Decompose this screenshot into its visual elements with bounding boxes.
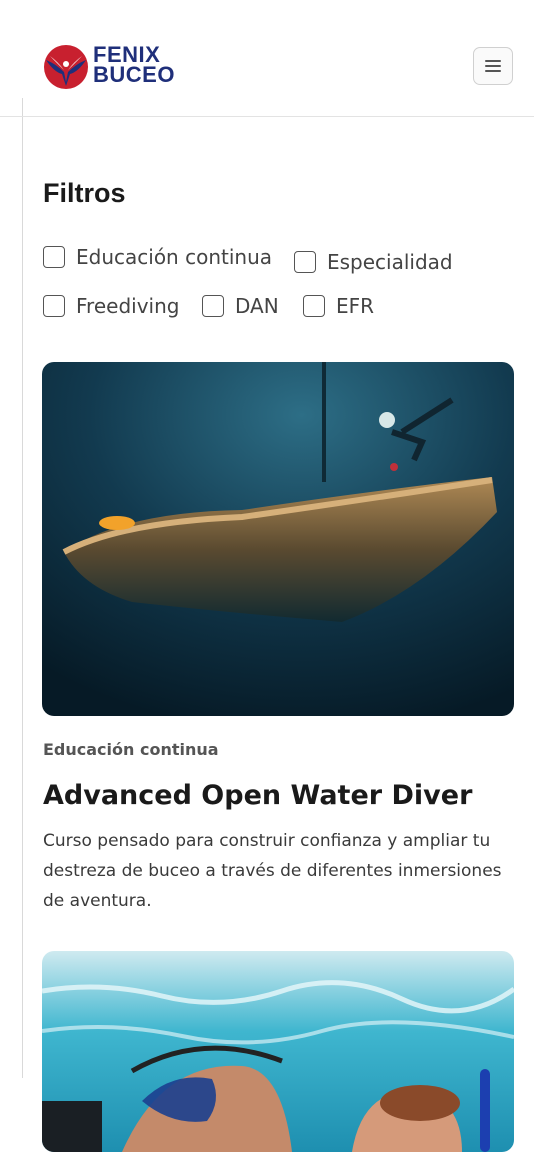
filter-checkbox[interactable] [294,251,316,273]
filter-freediving[interactable]: Freediving [43,294,179,318]
filter-especialidad[interactable]: Especialidad [294,250,453,274]
menu-toggle-button[interactable] [473,47,513,85]
filter-dan[interactable]: DAN [202,294,279,318]
filter-label: Educación continua [76,245,272,269]
hamburger-icon [485,60,501,62]
filter-checkbox[interactable] [43,295,65,317]
filter-label: DAN [235,294,279,318]
page-left-border [22,98,23,1078]
brand-line-2: BUCEO [93,62,175,87]
filter-educacion-continua[interactable]: Educación continua [43,245,272,269]
filter-efr[interactable]: EFR [303,294,374,318]
filter-checkbox[interactable] [43,246,65,268]
course-image[interactable] [42,362,514,716]
course-image[interactable] [42,951,514,1152]
course-title[interactable]: Advanced Open Water Diver [43,780,472,811]
phoenix-logo-icon [44,45,88,89]
filter-label: Especialidad [327,250,453,274]
brand-logo[interactable]: FENIX BUCEO [42,42,182,92]
course-description: Curso pensado para construir confianza y… [43,831,502,911]
course-category: Educación continua [43,740,219,759]
site-header: FENIX BUCEO [0,0,534,117]
shipwreck-image [42,362,514,716]
snorkelers-image [42,951,514,1152]
filters-title: Filtros [43,178,126,208]
filter-label: EFR [336,294,375,318]
filter-checkbox[interactable] [303,295,325,317]
filter-checkbox[interactable] [202,295,224,317]
brand-wordmark: FENIX BUCEO [93,44,175,87]
filter-label: Freediving [76,294,180,318]
